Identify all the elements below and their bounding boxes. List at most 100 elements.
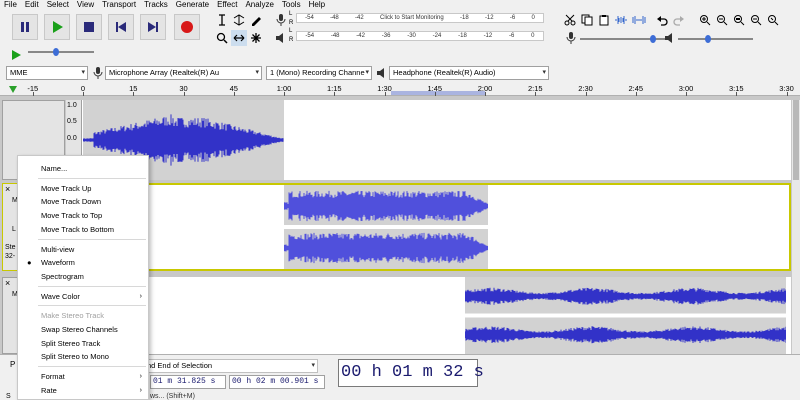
silence-audio-button[interactable] (631, 12, 647, 28)
fit-project-button[interactable] (748, 12, 764, 28)
undo-icon (657, 16, 668, 26)
play-button[interactable] (44, 14, 70, 40)
context-menu-item-spectrogram[interactable]: Spectrogram (18, 270, 148, 283)
context-menu-item-split-stereo-track[interactable]: Split Stereo Track (18, 337, 148, 350)
menu-generate[interactable]: Generate (172, 0, 213, 10)
playback-device-select[interactable]: Headphone (Realtek(R) Audio) (389, 66, 549, 80)
menu-help[interactable]: Help (305, 0, 329, 10)
track3-waveform[interactable] (464, 277, 787, 354)
playback-meter-speaker[interactable] (273, 30, 289, 46)
selection-end-time[interactable]: 00 h 02 m 00.901 s (229, 375, 325, 389)
vertical-scrollbar-thumb[interactable] (793, 100, 799, 180)
fit-selection-button[interactable] (731, 12, 747, 28)
menu-bar: File Edit Select View Transport Tracks Generat… (0, 0, 800, 10)
play-speed-thumb[interactable] (53, 48, 59, 56)
timeline-ruler[interactable]: -15 0 15 30 45 1:00 1:15 1:30 1:45 2:00 2:15 2:30 2:… (0, 82, 800, 96)
meter-tick-label: 0 (531, 15, 535, 21)
record-meter[interactable]: -54 -48 -42 Click to Start Monitoring -18 -12… (296, 13, 544, 23)
context-menu-item-label: Split Stereo to Mono (41, 352, 109, 362)
record-icon (181, 21, 193, 33)
meter-tick-label: -30 (407, 33, 416, 39)
context-menu-item-multi-view[interactable]: Multi-view (18, 243, 148, 256)
cut-button[interactable] (562, 12, 578, 28)
track2-waveform[interactable] (284, 185, 489, 269)
playback-volume-slider[interactable] (678, 38, 753, 40)
menu-transport[interactable]: Transport (98, 0, 140, 10)
context-menu-item-rate[interactable]: Rate › (18, 384, 148, 397)
record-volume-thumb[interactable] (650, 35, 656, 43)
meter-tick-label: -24 (432, 33, 442, 39)
status-bar-text: ws... (Shift+M) (150, 393, 195, 400)
menu-separator (38, 285, 146, 287)
play-at-speed-button[interactable] (8, 47, 24, 63)
context-menu-item-move-track-to-top[interactable]: Move Track to Top (18, 209, 148, 222)
skip-to-end-button[interactable] (140, 14, 166, 40)
track2-close-button[interactable]: × (5, 184, 10, 194)
speaker-icon (377, 68, 384, 78)
record-volume-mic (563, 30, 579, 46)
recording-channels-select[interactable]: 1 (Mono) Recording Channe (266, 66, 372, 80)
context-menu-item-swap-stereo-channels[interactable]: Swap Stereo Channels (18, 323, 148, 336)
menu-select[interactable]: Select (43, 0, 73, 10)
paste-button[interactable] (596, 12, 612, 28)
context-menu-item-format[interactable]: Format › (18, 370, 148, 383)
record-meter-mic[interactable] (273, 12, 289, 28)
track3-close-button[interactable]: × (5, 278, 10, 288)
menu-effect[interactable]: Effect (213, 0, 241, 10)
meter-tick-label: -42 (356, 33, 365, 39)
submenu-arrow-icon: › (139, 373, 142, 381)
envelope-tool[interactable] (231, 12, 247, 28)
meter-tick-label: -18 (459, 15, 469, 21)
audio-host-select[interactable]: MME (6, 66, 88, 80)
context-menu-item-name[interactable]: Name... (18, 162, 148, 175)
draw-tool[interactable] (248, 12, 264, 28)
track-context-menu: Name... Move Track Up Move Track Down Move … (17, 155, 149, 400)
copy-button[interactable] (579, 12, 595, 28)
zoom-in-button[interactable] (697, 12, 713, 28)
menu-view[interactable]: View (73, 0, 98, 10)
meter-tick-label: -6 (509, 33, 515, 39)
menu-tools[interactable]: Tools (278, 0, 305, 10)
playback-volume-thumb[interactable] (705, 35, 711, 43)
menu-file[interactable]: File (0, 0, 21, 10)
context-menu-item-split-stereo-to-mono[interactable]: Split Stereo to Mono (18, 350, 148, 363)
paste-icon (599, 15, 609, 26)
record-button[interactable] (174, 14, 200, 40)
menu-tracks[interactable]: Tracks (140, 0, 172, 10)
zoom-tool[interactable] (214, 30, 230, 46)
playback-meter[interactable]: -54 -48 -42 -36 -30 -24 -18 -12 -6 0 (296, 31, 544, 41)
time-shift-tool[interactable] (231, 30, 247, 46)
undo-button[interactable] (654, 12, 670, 28)
skip-to-start-button[interactable] (108, 14, 134, 40)
trim-audio-button[interactable] (613, 12, 629, 28)
context-menu-item-waveform[interactable]: Waveform ● (18, 256, 148, 269)
zoom-out-button[interactable] (714, 12, 730, 28)
channel-separator (284, 225, 489, 229)
selection-tool[interactable] (214, 12, 230, 28)
context-menu-item-label: Make Stereo Track (41, 311, 104, 321)
stop-button[interactable] (76, 14, 102, 40)
context-menu-item-wave-color[interactable]: Wave Color › (18, 290, 148, 303)
context-menu-item-label: Rate (41, 385, 57, 395)
pin-icon[interactable] (8, 84, 18, 94)
audio-position-display[interactable]: 00 h 01 m 32 s (338, 359, 484, 387)
context-menu-item-move-track-to-bottom[interactable]: Move Track to Bottom (18, 223, 148, 236)
vertical-scrollbar[interactable] (792, 100, 800, 354)
context-menu-item-move-track-down[interactable]: Move Track Down (18, 195, 148, 208)
pause-button[interactable] (12, 14, 38, 40)
zoom-toggle-button[interactable] (765, 12, 781, 28)
menu-analyze[interactable]: Analyze (241, 0, 277, 10)
device-mic (90, 65, 106, 81)
multi-tool[interactable] (248, 30, 264, 46)
selection-mode-select[interactable]: nd End of Selection (143, 359, 318, 373)
selection-start-time[interactable]: 01 m 31.825 s (150, 375, 226, 389)
recording-device-select[interactable]: Microphone Array (Realtek(R) Au (105, 66, 262, 80)
context-menu-item-move-track-up[interactable]: Move Track Up (18, 182, 148, 195)
meter-tick-label: -12 (483, 33, 493, 39)
menu-edit[interactable]: Edit (21, 0, 43, 10)
play-speed-slider[interactable] (28, 51, 94, 53)
redo-button[interactable] (671, 12, 687, 28)
meter-tick-label: -48 (330, 15, 339, 21)
track2-info-stereo: Ste (5, 244, 16, 251)
submenu-arrow-icon: › (139, 292, 142, 300)
